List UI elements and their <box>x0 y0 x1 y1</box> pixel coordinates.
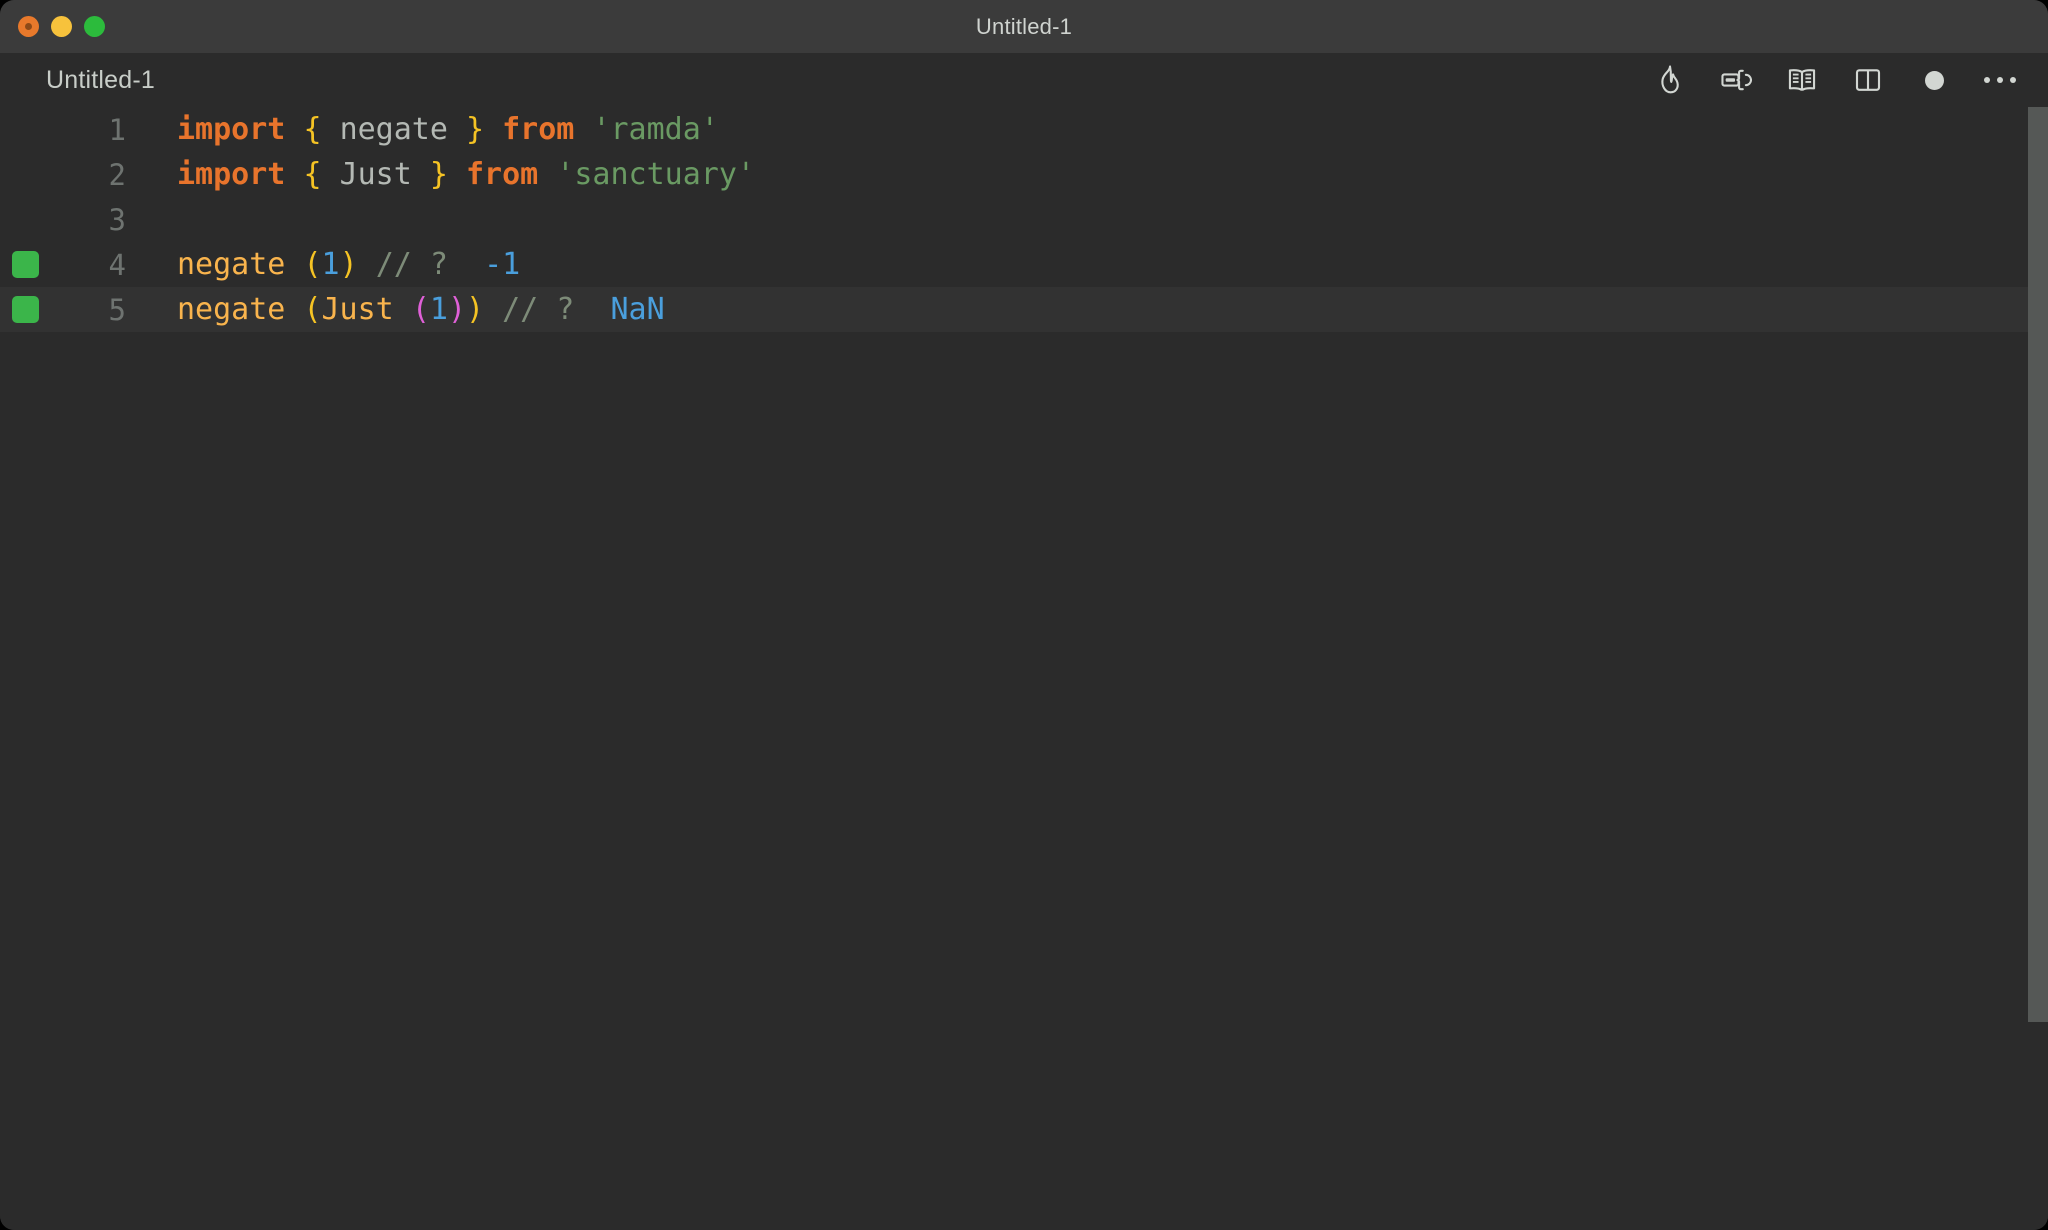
token-paren1: ( <box>303 247 322 282</box>
token-paren1: ) <box>339 247 358 282</box>
token-comment: // ? <box>375 247 448 282</box>
code-text[interactable]: import { negate } from 'ramda' <box>126 112 719 147</box>
close-window-button[interactable] <box>18 16 39 37</box>
token-result: -1 <box>484 247 521 282</box>
code-line[interactable]: 4 negate (1) // ? -1 <box>0 242 2048 287</box>
line-number: 1 <box>108 112 126 147</box>
token-func: negate <box>177 247 286 282</box>
vertical-scrollbar[interactable] <box>2028 107 2048 1230</box>
gutter-marker-cell <box>0 251 50 278</box>
token-keyword: import <box>177 157 286 192</box>
gutter-marker-cell <box>0 116 50 143</box>
code-line[interactable]: 3 <box>0 197 2048 242</box>
token-num: 1 <box>321 247 340 282</box>
token-paren1: ) <box>466 292 485 327</box>
token-keyword: from <box>466 157 539 192</box>
scrollbar-thumb[interactable] <box>2028 107 2048 1022</box>
code-lines: 1 import { negate } from 'ramda' 2 import {… <box>0 107 2048 332</box>
gutter-marker-cell <box>0 206 50 233</box>
code-text[interactable]: negate (1) // ? -1 <box>126 247 520 282</box>
token-keyword: import <box>177 112 286 147</box>
gutter-marker-cell <box>0 161 50 188</box>
token-comment: // ? <box>502 292 575 327</box>
token-string: 'sanctuary' <box>556 157 755 192</box>
flame-icon[interactable] <box>1650 60 1690 100</box>
code-line[interactable]: 2 import { Just } from 'sanctuary' <box>0 152 2048 197</box>
token-func: Just <box>321 292 394 327</box>
code-line[interactable]: 1 import { negate } from 'ramda' <box>0 107 2048 152</box>
token-func: negate <box>177 292 286 327</box>
inline-value-icon[interactable] <box>1716 60 1756 100</box>
run-marker-icon[interactable] <box>11 296 39 323</box>
token-paren2: ( <box>411 292 430 327</box>
token-result: NaN <box>610 292 665 327</box>
title-bar: Untitled-1 <box>0 0 2048 53</box>
tab-bar: Untitled-1 <box>0 53 2048 107</box>
code-editor[interactable]: 1 import { negate } from 'ramda' 2 import {… <box>0 107 2048 1230</box>
code-text[interactable]: import { Just } from 'sanctuary' <box>126 157 755 192</box>
tab-untitled-1[interactable]: Untitled-1 <box>46 66 155 95</box>
token-brace: { <box>303 112 322 147</box>
token-paren1: ( <box>303 292 322 327</box>
token-paren2: ) <box>447 292 466 327</box>
maximize-window-button[interactable] <box>84 16 105 37</box>
line-number: 4 <box>108 247 126 282</box>
window-title: Untitled-1 <box>975 13 1073 39</box>
run-marker-icon[interactable] <box>11 251 39 278</box>
editor-toolbar <box>1650 60 2020 100</box>
code-line[interactable]: 5 negate (Just (1)) // ? NaN <box>0 287 2048 332</box>
line-number: 3 <box>108 202 126 237</box>
gutter-marker-cell <box>0 296 50 323</box>
more-actions-icon[interactable] <box>1980 60 2020 100</box>
token-num: 1 <box>429 292 448 327</box>
open-book-icon[interactable] <box>1782 60 1822 100</box>
code-text[interactable]: negate (Just (1)) // ? NaN <box>126 292 665 327</box>
token-brace: } <box>429 157 448 192</box>
minimize-window-button[interactable] <box>51 16 72 37</box>
token-keyword: from <box>502 112 575 147</box>
token-ident: Just <box>339 157 412 192</box>
token-ident: negate <box>339 112 448 147</box>
token-brace: { <box>303 157 322 192</box>
token-brace: } <box>466 112 485 147</box>
record-dot-icon[interactable] <box>1914 60 1954 100</box>
editor-window: Untitled-1 Untitled-1 1 import {negate … <box>0 0 2048 1230</box>
split-editor-icon[interactable] <box>1848 60 1888 100</box>
traffic-lights <box>18 16 105 37</box>
line-number: 2 <box>108 157 126 192</box>
line-number: 5 <box>108 292 126 327</box>
token-string: 'ramda' <box>592 112 719 147</box>
